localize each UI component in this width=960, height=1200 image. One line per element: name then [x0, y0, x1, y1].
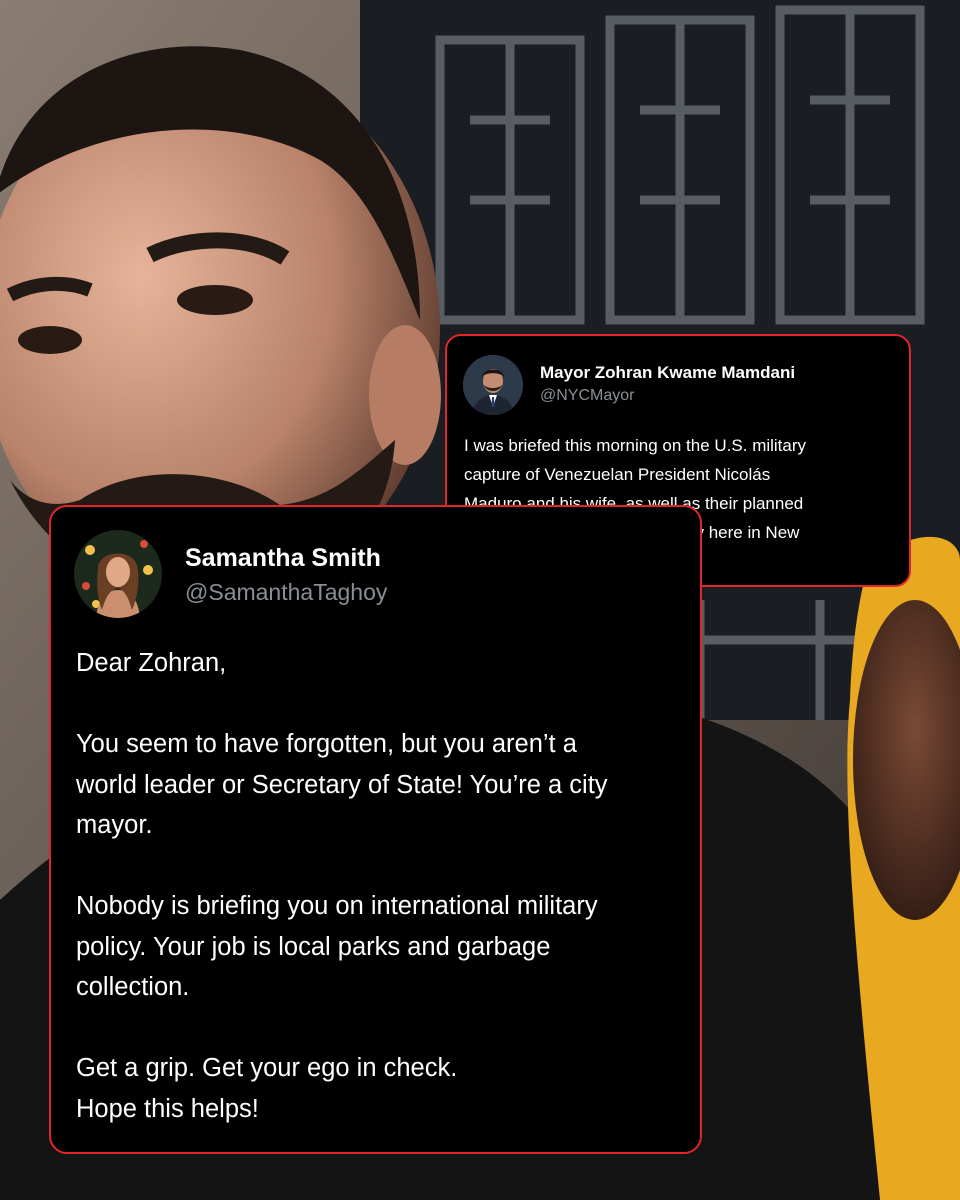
reply-tweet-card: Samantha Smith @SamanthaTaghoy Dear Zohr… [49, 505, 702, 1154]
mayor-handle[interactable]: @NYCMayor [540, 387, 634, 405]
reply-line: Hope this helps! [76, 1094, 259, 1123]
reply-line: world leader or Secretary of State! You’… [76, 770, 608, 799]
reply-paragraph: Get a grip. Get your ego in check. Hope … [76, 1048, 686, 1129]
samantha-avatar[interactable] [74, 530, 162, 618]
reply-line: Get a grip. Get your ego in check. [76, 1054, 458, 1082]
tweet-line: I was briefed this morning on the U.S. m… [464, 436, 807, 455]
reply-paragraph: Nobody is briefing you on international … [76, 886, 686, 1008]
reply-paragraph: Dear Zohran, [76, 643, 686, 684]
reply-tweet-text: Dear Zohran, You seem to have forgotten,… [76, 643, 686, 1129]
reply-line: mayor. [76, 811, 153, 839]
samantha-display-name[interactable]: Samantha Smith [185, 544, 381, 573]
tweet-line: capture of Venezuelan President Nicolás [464, 465, 771, 484]
mayor-display-name[interactable]: Mayor Zohran Kwame Mamdani [540, 363, 795, 383]
reply-line: collection. [76, 973, 190, 1001]
reply-line: Nobody is briefing you on international … [76, 892, 598, 920]
reply-paragraph: You seem to have forgotten, but you aren… [76, 724, 686, 846]
reply-line: Dear Zohran, [76, 649, 227, 677]
reply-line: policy. Your job is local parks and garb… [76, 932, 551, 961]
mayor-avatar[interactable] [463, 355, 523, 415]
reply-line: You seem to have forgotten, but you aren… [76, 730, 577, 758]
samantha-handle[interactable]: @SamanthaTaghoy [185, 579, 387, 606]
